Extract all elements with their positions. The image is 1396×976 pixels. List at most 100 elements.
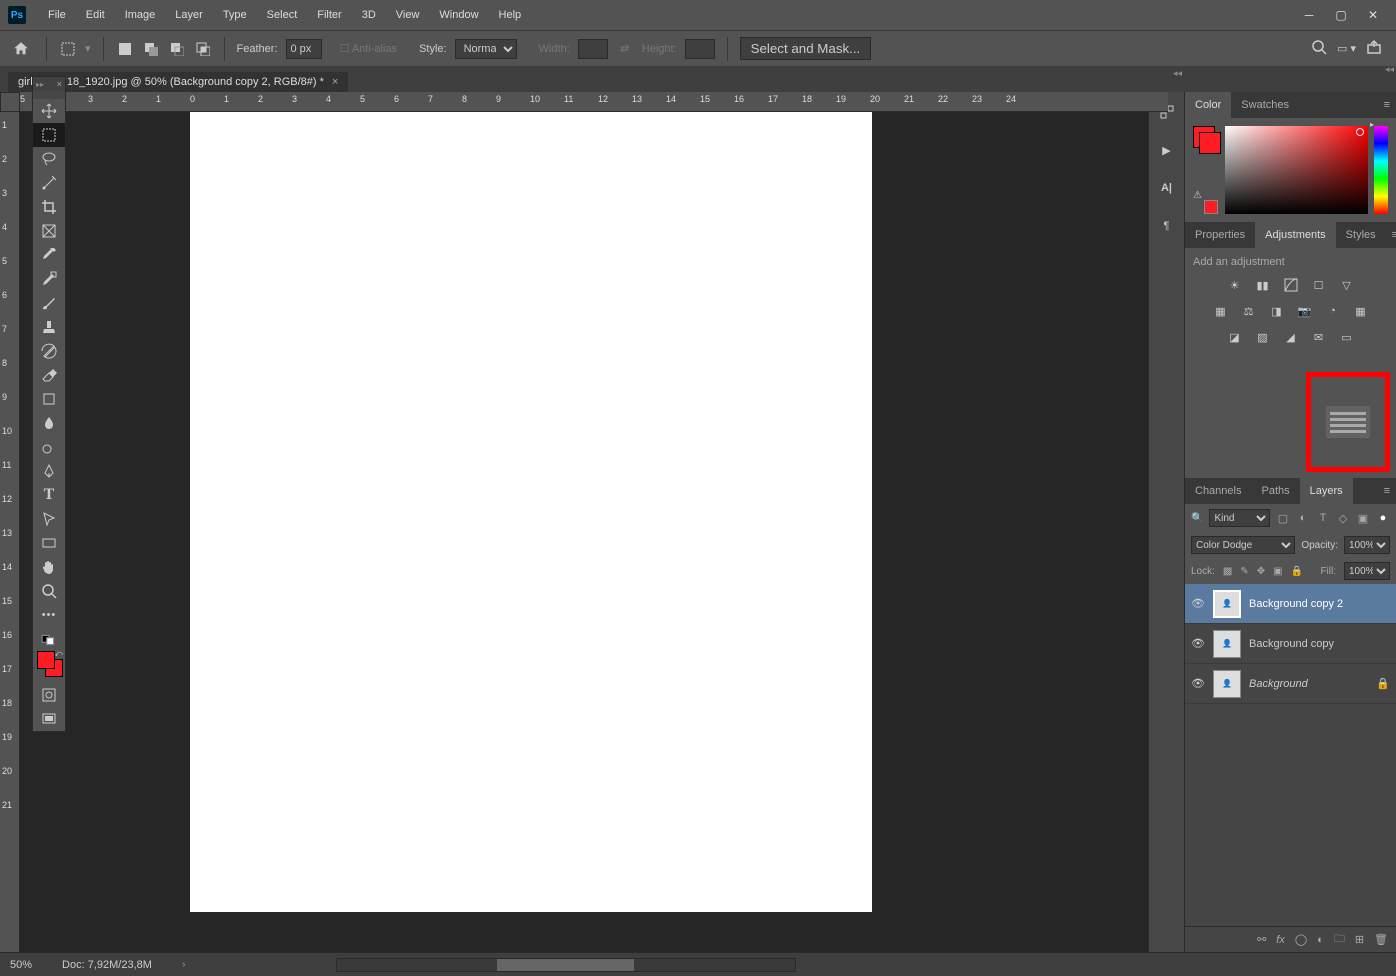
menu-edit[interactable]: Edit	[76, 9, 115, 21]
adjustments-panel-menu-icon[interactable]: ≡	[1386, 229, 1396, 241]
frame-tool[interactable]	[33, 219, 65, 243]
layer-visibility-icon[interactable]: 👁	[1191, 637, 1205, 650]
delete-layer-icon[interactable]: 🗑	[1374, 933, 1388, 946]
zoom-tool[interactable]	[33, 579, 65, 603]
history-brush-tool[interactable]	[33, 339, 65, 363]
layer-thumbnail[interactable]: 👤	[1213, 630, 1241, 658]
layer-thumbnail[interactable]: 👤	[1213, 590, 1241, 618]
window-close[interactable]: ✕	[1366, 8, 1380, 22]
black-white-icon[interactable]: ◨	[1268, 302, 1286, 320]
layer-name-label[interactable]: Background	[1249, 678, 1368, 690]
photo-filter-icon[interactable]: 📷	[1296, 302, 1314, 320]
new-selection-icon[interactable]	[116, 40, 134, 58]
filter-pixel-icon[interactable]: ▢	[1276, 511, 1290, 525]
eyedropper-tool[interactable]	[33, 243, 65, 267]
layer-fx-icon[interactable]: fx	[1276, 934, 1285, 946]
tab-layers[interactable]: Layers	[1300, 478, 1353, 504]
opacity-select[interactable]: 100%	[1344, 536, 1390, 554]
lock-position-icon[interactable]: ✥	[1257, 566, 1265, 577]
quick-mask-tool[interactable]	[33, 683, 65, 707]
feather-input[interactable]	[286, 39, 322, 59]
status-expand-icon[interactable]: ›	[182, 959, 186, 971]
strip-collapse-icon[interactable]: ◂◂	[1173, 68, 1182, 79]
lock-pixels-icon[interactable]: ✎	[1240, 566, 1248, 577]
canvas[interactable]	[190, 112, 872, 912]
layer-name-label[interactable]: Background copy	[1249, 638, 1390, 650]
tab-styles[interactable]: Styles	[1336, 222, 1386, 248]
brush-tool[interactable]	[33, 291, 65, 315]
menu-type[interactable]: Type	[213, 9, 257, 21]
levels-icon[interactable]: ▮▮	[1254, 276, 1272, 294]
layer-thumbnail[interactable]: 👤	[1213, 670, 1241, 698]
gradient-tool[interactable]	[33, 387, 65, 411]
invert-icon[interactable]: ◪	[1226, 328, 1244, 346]
search-icon[interactable]	[1311, 39, 1327, 58]
fill-select[interactable]: 100%	[1344, 562, 1390, 580]
home-button[interactable]	[8, 36, 34, 62]
marquee-tool-icon[interactable]	[59, 40, 77, 58]
hand-tool[interactable]	[33, 555, 65, 579]
curves-icon[interactable]	[1282, 276, 1300, 294]
filter-shape-icon[interactable]: ◇	[1336, 511, 1350, 525]
hue-slider[interactable]	[1374, 126, 1388, 214]
menu-filter[interactable]: Filter	[307, 9, 351, 21]
rectangle-tool[interactable]	[33, 531, 65, 555]
layer-name-label[interactable]: Background copy 2	[1249, 598, 1390, 610]
tab-channels[interactable]: Channels	[1185, 478, 1251, 504]
type-tool[interactable]: T	[33, 483, 65, 507]
toolbox-expand-icon[interactable]: ▸▸	[36, 80, 44, 89]
eraser-tool[interactable]	[33, 363, 65, 387]
link-layers-icon[interactable]: ⚯	[1257, 933, 1266, 946]
swap-colors-icon[interactable]: ⤺	[54, 649, 63, 659]
menu-3d[interactable]: 3D	[352, 9, 386, 21]
crop-tool[interactable]	[33, 195, 65, 219]
character-panel-icon[interactable]: A|	[1157, 178, 1177, 198]
filter-toggle-icon[interactable]: ●	[1376, 511, 1390, 525]
play-panel-icon[interactable]: ▶	[1157, 140, 1177, 160]
vibrance-icon[interactable]: ▽	[1338, 276, 1356, 294]
screen-mode-tool[interactable]	[33, 707, 65, 731]
layer-row[interactable]: 👁👤Background🔒	[1185, 664, 1396, 704]
blend-mode-select[interactable]: Color Dodge	[1191, 536, 1295, 554]
hue-saturation-icon[interactable]: ▦	[1212, 302, 1230, 320]
zoom-level[interactable]: 50%	[10, 959, 32, 971]
brightness-contrast-icon[interactable]: ☀	[1226, 276, 1244, 294]
subtract-selection-icon[interactable]	[168, 40, 186, 58]
add-mask-icon[interactable]: ◯	[1295, 933, 1307, 946]
toolbox-close-icon[interactable]: ×	[57, 79, 62, 89]
new-group-icon[interactable]: 🗀	[1334, 930, 1345, 949]
gradient-map-icon[interactable]: ▭	[1338, 328, 1356, 346]
color-panel-menu-icon[interactable]: ≡	[1378, 99, 1396, 111]
layer-visibility-icon[interactable]: 👁	[1191, 597, 1205, 610]
ruler-vertical[interactable]: 123456789101112131415161718192021	[0, 112, 20, 952]
tab-paths[interactable]: Paths	[1251, 478, 1299, 504]
rectangular-marquee-tool[interactable]	[33, 123, 65, 147]
clone-stamp-tool[interactable]	[33, 315, 65, 339]
intersect-selection-icon[interactable]	[194, 40, 212, 58]
menu-image[interactable]: Image	[115, 9, 166, 21]
menu-select[interactable]: Select	[257, 9, 308, 21]
layer-filter-kind-select[interactable]: Kind	[1209, 509, 1270, 527]
quick-selection-tool[interactable]	[33, 171, 65, 195]
color-slider-arrow[interactable]: ▸	[1370, 120, 1374, 129]
canvas-area[interactable]	[20, 112, 1148, 952]
blur-tool[interactable]	[33, 411, 65, 435]
pen-tool[interactable]	[33, 459, 65, 483]
gamut-warning-icon[interactable]: ⚠	[1193, 190, 1202, 201]
color-lookup-icon[interactable]: ▦	[1352, 302, 1370, 320]
layer-row[interactable]: 👁 👤 Background copy	[1185, 624, 1396, 664]
layer-visibility-icon[interactable]: 👁	[1191, 677, 1205, 690]
layers-panel-menu-icon[interactable]: ≡	[1378, 485, 1396, 497]
healing-brush-tool[interactable]	[33, 267, 65, 291]
color-balance-icon[interactable]: ⚖	[1240, 302, 1258, 320]
select-and-mask-button[interactable]: Select and Mask...	[740, 37, 872, 60]
default-colors-icon[interactable]	[33, 633, 65, 647]
tab-swatches[interactable]: Swatches	[1231, 92, 1299, 118]
lock-transparency-icon[interactable]: ▩	[1223, 566, 1232, 577]
ruler-horizontal[interactable]: 5432101234567891011121314151617181920212…	[20, 92, 1168, 112]
selective-color-icon[interactable]: ✉	[1310, 328, 1328, 346]
horizontal-scrollbar[interactable]	[336, 958, 796, 972]
lasso-tool[interactable]	[33, 147, 65, 171]
menu-window[interactable]: Window	[429, 9, 488, 21]
move-tool[interactable]	[33, 99, 65, 123]
